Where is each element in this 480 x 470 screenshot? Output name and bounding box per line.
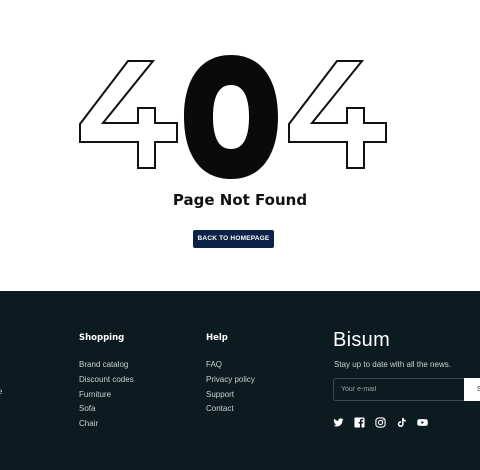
footer-link-contact[interactable]: Contact [206, 402, 255, 417]
twitter-icon[interactable] [333, 417, 344, 428]
youtube-icon[interactable] [417, 417, 428, 428]
back-to-homepage-button[interactable]: BACK TO HOMEPAGE [193, 230, 274, 248]
newsletter-tagline: Stay up to date with all the news. [334, 360, 451, 369]
footer-link-faq[interactable]: FAQ [206, 358, 255, 373]
footer-link-discount-codes[interactable]: Discount codes [79, 373, 134, 388]
newsletter-email-input[interactable] [333, 378, 464, 401]
instagram-icon[interactable] [375, 417, 386, 428]
subscribe-button[interactable]: S [464, 378, 480, 401]
brand-logo[interactable]: Bisum [333, 329, 390, 352]
footer-link-support[interactable]: Support [206, 388, 255, 403]
footer-link-furniture[interactable]: Furniture [79, 388, 134, 403]
error-code-404 [79, 55, 387, 179]
footer-column-shopping: Shopping Brand catalog Discount codes Fu… [79, 333, 134, 432]
footer-link-chair[interactable]: Chair [79, 417, 134, 432]
site-footer: e Shopping Brand catalog Discount codes … [0, 291, 480, 470]
error-section: Page Not Found BACK TO HOMEPAGE [0, 0, 480, 291]
digit-four-left [79, 60, 178, 169]
footer-link-privacy-policy[interactable]: Privacy policy [206, 373, 255, 388]
footer-partial-link[interactable]: e [0, 387, 2, 396]
digit-zero [184, 55, 278, 179]
footer-column-help: Help FAQ Privacy policy Support Contact [206, 333, 255, 417]
tiktok-icon[interactable] [396, 417, 407, 428]
facebook-icon[interactable] [354, 417, 365, 428]
digit-four-right [288, 60, 387, 169]
shopping-heading: Shopping [79, 333, 125, 343]
help-links: FAQ Privacy policy Support Contact [206, 358, 255, 417]
footer-link-sofa[interactable]: Sofa [79, 402, 134, 417]
page-title: Page Not Found [172, 191, 308, 209]
shopping-links: Brand catalog Discount codes Furniture S… [79, 358, 134, 432]
help-heading: Help [206, 333, 228, 343]
footer-link-brand-catalog[interactable]: Brand catalog [79, 358, 134, 373]
